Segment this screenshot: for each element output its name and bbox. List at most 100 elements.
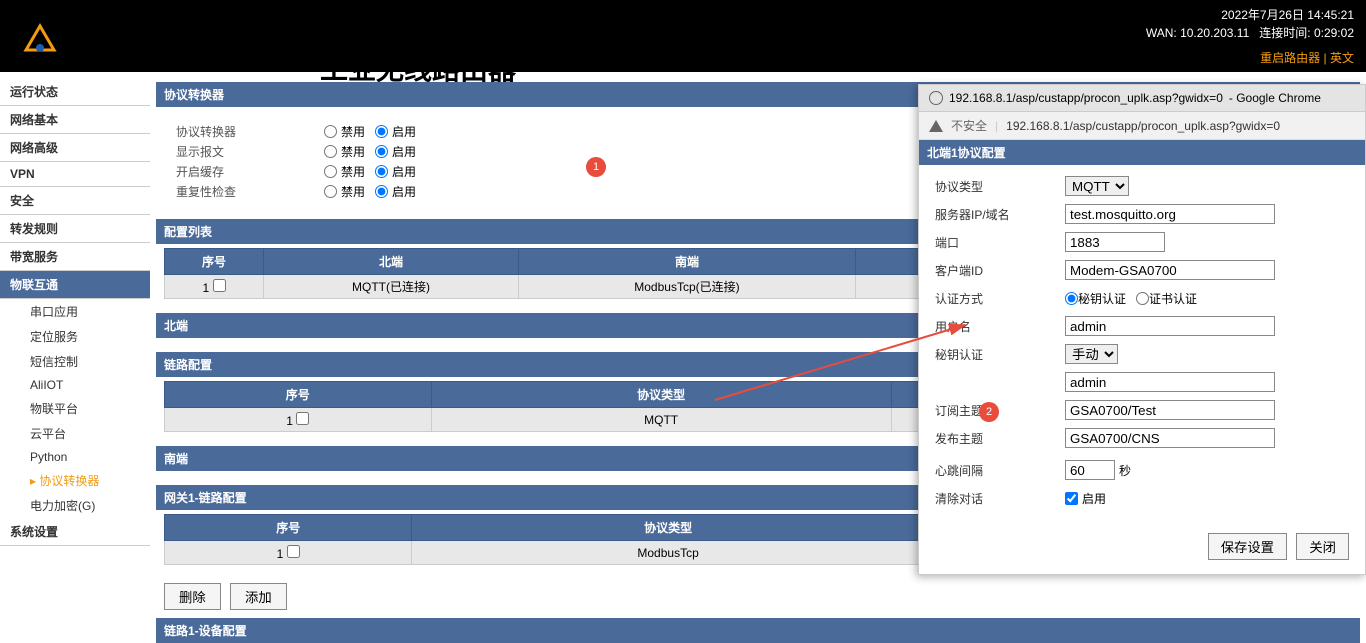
plbl-sub: 订阅主题 xyxy=(935,402,1065,419)
dup-on-label: 启用 xyxy=(392,183,416,200)
sidebar-sub-aliiot[interactable]: AliIOT xyxy=(0,374,150,396)
converter-off-label: 禁用 xyxy=(341,123,365,140)
logo-icon xyxy=(20,20,60,60)
converter-off-radio[interactable] xyxy=(324,125,337,138)
sidebar-sub-serial[interactable]: 串口应用 xyxy=(0,299,150,324)
th-gw-proto: 协议类型 xyxy=(412,515,924,541)
plbl-pub: 发布主题 xyxy=(935,430,1065,447)
cfg-idx: 1 xyxy=(203,281,210,295)
gw-proto: ModbusTcp xyxy=(412,541,924,565)
port-input[interactable] xyxy=(1065,232,1165,252)
cache-off-radio[interactable] xyxy=(324,165,337,178)
cache-on-radio[interactable] xyxy=(375,165,388,178)
logo: 爱 陆 通 ALOTCER xyxy=(20,20,161,60)
heartbeat-unit: 秒 xyxy=(1119,462,1131,479)
cfg-north: MQTT(已连接) xyxy=(264,275,519,299)
label-show-msg: 显示报文 xyxy=(176,143,316,160)
pub-input[interactable] xyxy=(1065,428,1275,448)
sidebar-item-security[interactable]: 安全 xyxy=(0,187,150,215)
auth-key-label: 秘钥认证 xyxy=(1078,290,1126,307)
plbl-keyauth: 秘钥认证 xyxy=(935,346,1065,363)
sidebar-sub-python[interactable]: Python xyxy=(0,446,150,468)
sub-input[interactable] xyxy=(1065,400,1275,420)
popup-section: 北端1协议配置 xyxy=(919,140,1365,165)
th-north: 北端 xyxy=(264,249,519,275)
conn-label: 连接时间: xyxy=(1259,26,1310,40)
label-cache: 开启缓存 xyxy=(176,163,316,180)
popup-window: 192.168.8.1/asp/custapp/procon_uplk.asp?… xyxy=(918,84,1366,575)
section-link1-dev: 链路1-设备配置 xyxy=(156,618,1360,643)
popup-title-url: 192.168.8.1/asp/custapp/procon_uplk.asp?… xyxy=(949,91,1223,105)
gw-row-checkbox[interactable] xyxy=(287,545,300,558)
lang-link[interactable]: 英文 xyxy=(1330,51,1354,65)
dup-off-label: 禁用 xyxy=(341,183,365,200)
plbl-client: 客户端ID xyxy=(935,262,1065,279)
delete-button[interactable]: 删除 xyxy=(164,583,221,610)
sidebar-item-net-basic[interactable]: 网络基本 xyxy=(0,106,150,134)
plbl-user: 用户名 xyxy=(935,318,1065,335)
plbl-proto: 协议类型 xyxy=(935,178,1065,195)
client-id-input[interactable] xyxy=(1065,260,1275,280)
reboot-link[interactable]: 重启路由器 xyxy=(1260,51,1320,65)
logo-text-en: ALOTCER xyxy=(70,41,161,59)
dup-off-radio[interactable] xyxy=(324,185,337,198)
link-row-checkbox[interactable] xyxy=(296,412,309,425)
th-idx: 序号 xyxy=(165,249,264,275)
cache-on-label: 启用 xyxy=(392,163,416,180)
save-button[interactable]: 保存设置 xyxy=(1208,533,1287,560)
sidebar-item-system[interactable]: 系统设置 xyxy=(0,518,150,546)
popup-url: 192.168.8.1/asp/custapp/procon_uplk.asp?… xyxy=(1006,119,1280,133)
cfg-row-checkbox[interactable] xyxy=(213,279,226,292)
label-converter: 协议转换器 xyxy=(176,123,316,140)
sidebar-item-vpn[interactable]: VPN xyxy=(0,162,150,187)
conn-time: 0:29:02 xyxy=(1314,26,1354,40)
sidebar-item-bandwidth[interactable]: 带宽服务 xyxy=(0,243,150,271)
popup-address-bar: 不安全 | 192.168.8.1/asp/custapp/procon_upl… xyxy=(919,112,1365,140)
showmsg-on-radio[interactable] xyxy=(375,145,388,158)
plbl-clear: 清除对话 xyxy=(935,490,1065,507)
label-dup: 重复性检查 xyxy=(176,183,316,200)
pass-input[interactable] xyxy=(1065,372,1275,392)
auth-cert-label: 证书认证 xyxy=(1149,290,1197,307)
sidebar: 运行状态 网络基本 网络高级 VPN 安全 转发规则 带宽服务 物联互通 串口应… xyxy=(0,78,150,579)
clear-enable-label: 启用 xyxy=(1082,490,1106,507)
converter-on-label: 启用 xyxy=(392,123,416,140)
popup-titlebar: 192.168.8.1/asp/custapp/procon_uplk.asp?… xyxy=(919,85,1365,112)
user-input[interactable] xyxy=(1065,316,1275,336)
dup-on-radio[interactable] xyxy=(375,185,388,198)
globe-icon xyxy=(929,91,943,105)
popup-title-suffix: - Google Chrome xyxy=(1229,91,1321,105)
proto-select[interactable]: MQTT xyxy=(1065,176,1129,196)
converter-on-radio[interactable] xyxy=(375,125,388,138)
sidebar-sub-cloud[interactable]: 云平台 xyxy=(0,421,150,446)
server-input[interactable] xyxy=(1065,204,1275,224)
wan-ip: 10.20.203.11 xyxy=(1180,26,1249,40)
link-idx: 1 xyxy=(286,414,293,428)
heartbeat-input[interactable] xyxy=(1065,460,1115,480)
add-button[interactable]: 添加 xyxy=(230,583,287,610)
auth-cert-radio[interactable] xyxy=(1136,292,1149,305)
annotation-2: 2 xyxy=(979,402,999,422)
clear-checkbox[interactable] xyxy=(1065,492,1078,505)
plbl-heartbeat: 心跳间隔 xyxy=(935,462,1065,479)
sidebar-sub-iot-platform[interactable]: 物联平台 xyxy=(0,396,150,421)
plbl-port: 端口 xyxy=(935,234,1065,251)
sidebar-sub-converter[interactable]: 协议转换器 xyxy=(0,468,150,493)
sidebar-sub-power[interactable]: 电力加密(G) xyxy=(0,493,150,518)
th-gw-idx: 序号 xyxy=(165,515,412,541)
plbl-auth: 认证方式 xyxy=(935,290,1065,307)
auth-key-radio[interactable] xyxy=(1065,292,1078,305)
sidebar-sub-sms[interactable]: 短信控制 xyxy=(0,349,150,374)
close-button[interactable]: 关闭 xyxy=(1296,533,1349,560)
sidebar-item-iot[interactable]: 物联互通 xyxy=(0,271,150,299)
th-south: 南端 xyxy=(518,249,855,275)
link-proto: MQTT xyxy=(431,408,891,432)
showmsg-off-radio[interactable] xyxy=(324,145,337,158)
sidebar-sub-gps[interactable]: 定位服务 xyxy=(0,324,150,349)
sidebar-item-forward[interactable]: 转发规则 xyxy=(0,215,150,243)
sidebar-item-status[interactable]: 运行状态 xyxy=(0,78,150,106)
sidebar-item-net-adv[interactable]: 网络高级 xyxy=(0,134,150,162)
annotation-1: 1 xyxy=(586,157,606,177)
keyauth-select[interactable]: 手动 xyxy=(1065,344,1118,364)
datetime: 2022年7月26日 14:45:21 xyxy=(1221,8,1354,22)
